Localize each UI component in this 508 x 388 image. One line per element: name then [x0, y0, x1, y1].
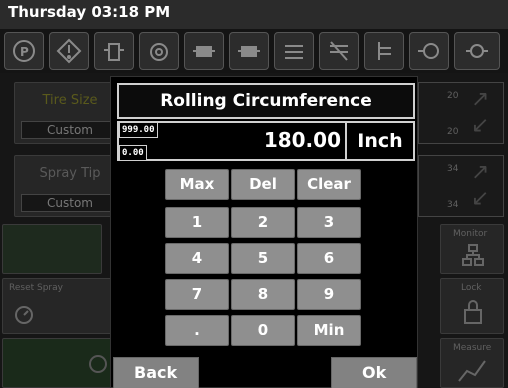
- del-key[interactable]: Del: [231, 169, 295, 200]
- engine-icon[interactable]: [184, 32, 224, 70]
- decimal-key[interactable]: .: [165, 315, 229, 346]
- tank-icon[interactable]: [94, 32, 134, 70]
- network-icon: [462, 244, 484, 266]
- status-bar: Thursday 03:18 PM: [0, 0, 508, 29]
- engine-icon-2[interactable]: [229, 32, 269, 70]
- key-5[interactable]: 5: [231, 243, 295, 274]
- key-1[interactable]: 1: [165, 207, 229, 238]
- gauge-bottom-min: 34: [447, 200, 459, 210]
- key-0[interactable]: 0: [231, 315, 295, 346]
- boom-fold-icon[interactable]: [364, 32, 404, 70]
- coverage-tile[interactable]: [2, 338, 112, 388]
- spray-tip-value: Custom: [21, 194, 119, 212]
- lock-tile[interactable]: Lock: [440, 278, 504, 334]
- measure-tile[interactable]: Measure: [440, 338, 504, 388]
- icon-bar: P: [0, 29, 508, 73]
- gauge-bottom-max: 34: [447, 164, 459, 174]
- arrow-down-left-icon: ↙: [471, 186, 490, 211]
- arrow-down-left-icon: ↙: [471, 113, 490, 138]
- key-6[interactable]: 6: [297, 243, 361, 274]
- spray-tip-label: Spray Tip: [39, 166, 101, 181]
- graph-icon: [458, 360, 486, 382]
- key-8[interactable]: 8: [231, 279, 295, 310]
- warning-icon[interactable]: [49, 32, 89, 70]
- min-limit: 0.00: [119, 145, 147, 161]
- reset-spray-tile[interactable]: Reset Spray: [2, 278, 112, 334]
- ok-button[interactable]: Ok: [331, 357, 417, 388]
- nozzle-icon[interactable]: [454, 32, 500, 70]
- boom-section-icon[interactable]: [274, 32, 314, 70]
- key-4[interactable]: 4: [165, 243, 229, 274]
- key-2[interactable]: 2: [231, 207, 295, 238]
- arrow-up-right-icon: ↗: [471, 160, 490, 185]
- monitor-tile[interactable]: Monitor: [440, 224, 504, 274]
- gauge-top: 20 20 ↗ ↙: [418, 82, 504, 144]
- stopwatch-icon: [15, 306, 33, 324]
- svg-text:P: P: [20, 45, 29, 59]
- gauge-top-min: 20: [447, 127, 459, 137]
- lock-label: Lock: [461, 283, 482, 293]
- gauge-bottom: 34 34 ↗ ↙: [418, 155, 504, 217]
- adjust-icon: [89, 355, 107, 373]
- current-value: 180.00: [263, 128, 341, 152]
- monitor-label: Monitor: [453, 229, 488, 239]
- key-7[interactable]: 7: [165, 279, 229, 310]
- pump-icon[interactable]: [139, 32, 179, 70]
- gauge-top-max: 20: [447, 91, 459, 101]
- unit-button[interactable]: Inch: [345, 121, 415, 161]
- rolling-circumference-dialog: Rolling Circumference 180.00 999.00 0.00…: [110, 76, 418, 388]
- rate-tile[interactable]: [2, 224, 102, 274]
- min-key[interactable]: Min: [297, 315, 361, 346]
- boom-disable-icon[interactable]: [319, 32, 359, 70]
- max-limit: 999.00: [119, 122, 158, 138]
- back-button[interactable]: Back: [113, 357, 199, 388]
- max-key[interactable]: Max: [165, 169, 229, 200]
- lock-icon: [464, 300, 482, 324]
- tire-size-label: Tire Size: [42, 93, 98, 108]
- clear-key[interactable]: Clear: [297, 169, 361, 200]
- key-9[interactable]: 9: [297, 279, 361, 310]
- measure-label: Measure: [453, 343, 492, 353]
- dialog-title: Rolling Circumference: [117, 83, 415, 119]
- clock: Thursday 03:18 PM: [8, 3, 171, 21]
- tire-size-value: Custom: [21, 121, 119, 139]
- parking-icon[interactable]: P: [4, 32, 44, 70]
- reset-spray-label: Reset Spray: [9, 283, 63, 293]
- arrow-up-right-icon: ↗: [471, 87, 490, 112]
- sprayer-icon[interactable]: [409, 32, 449, 70]
- key-3[interactable]: 3: [297, 207, 361, 238]
